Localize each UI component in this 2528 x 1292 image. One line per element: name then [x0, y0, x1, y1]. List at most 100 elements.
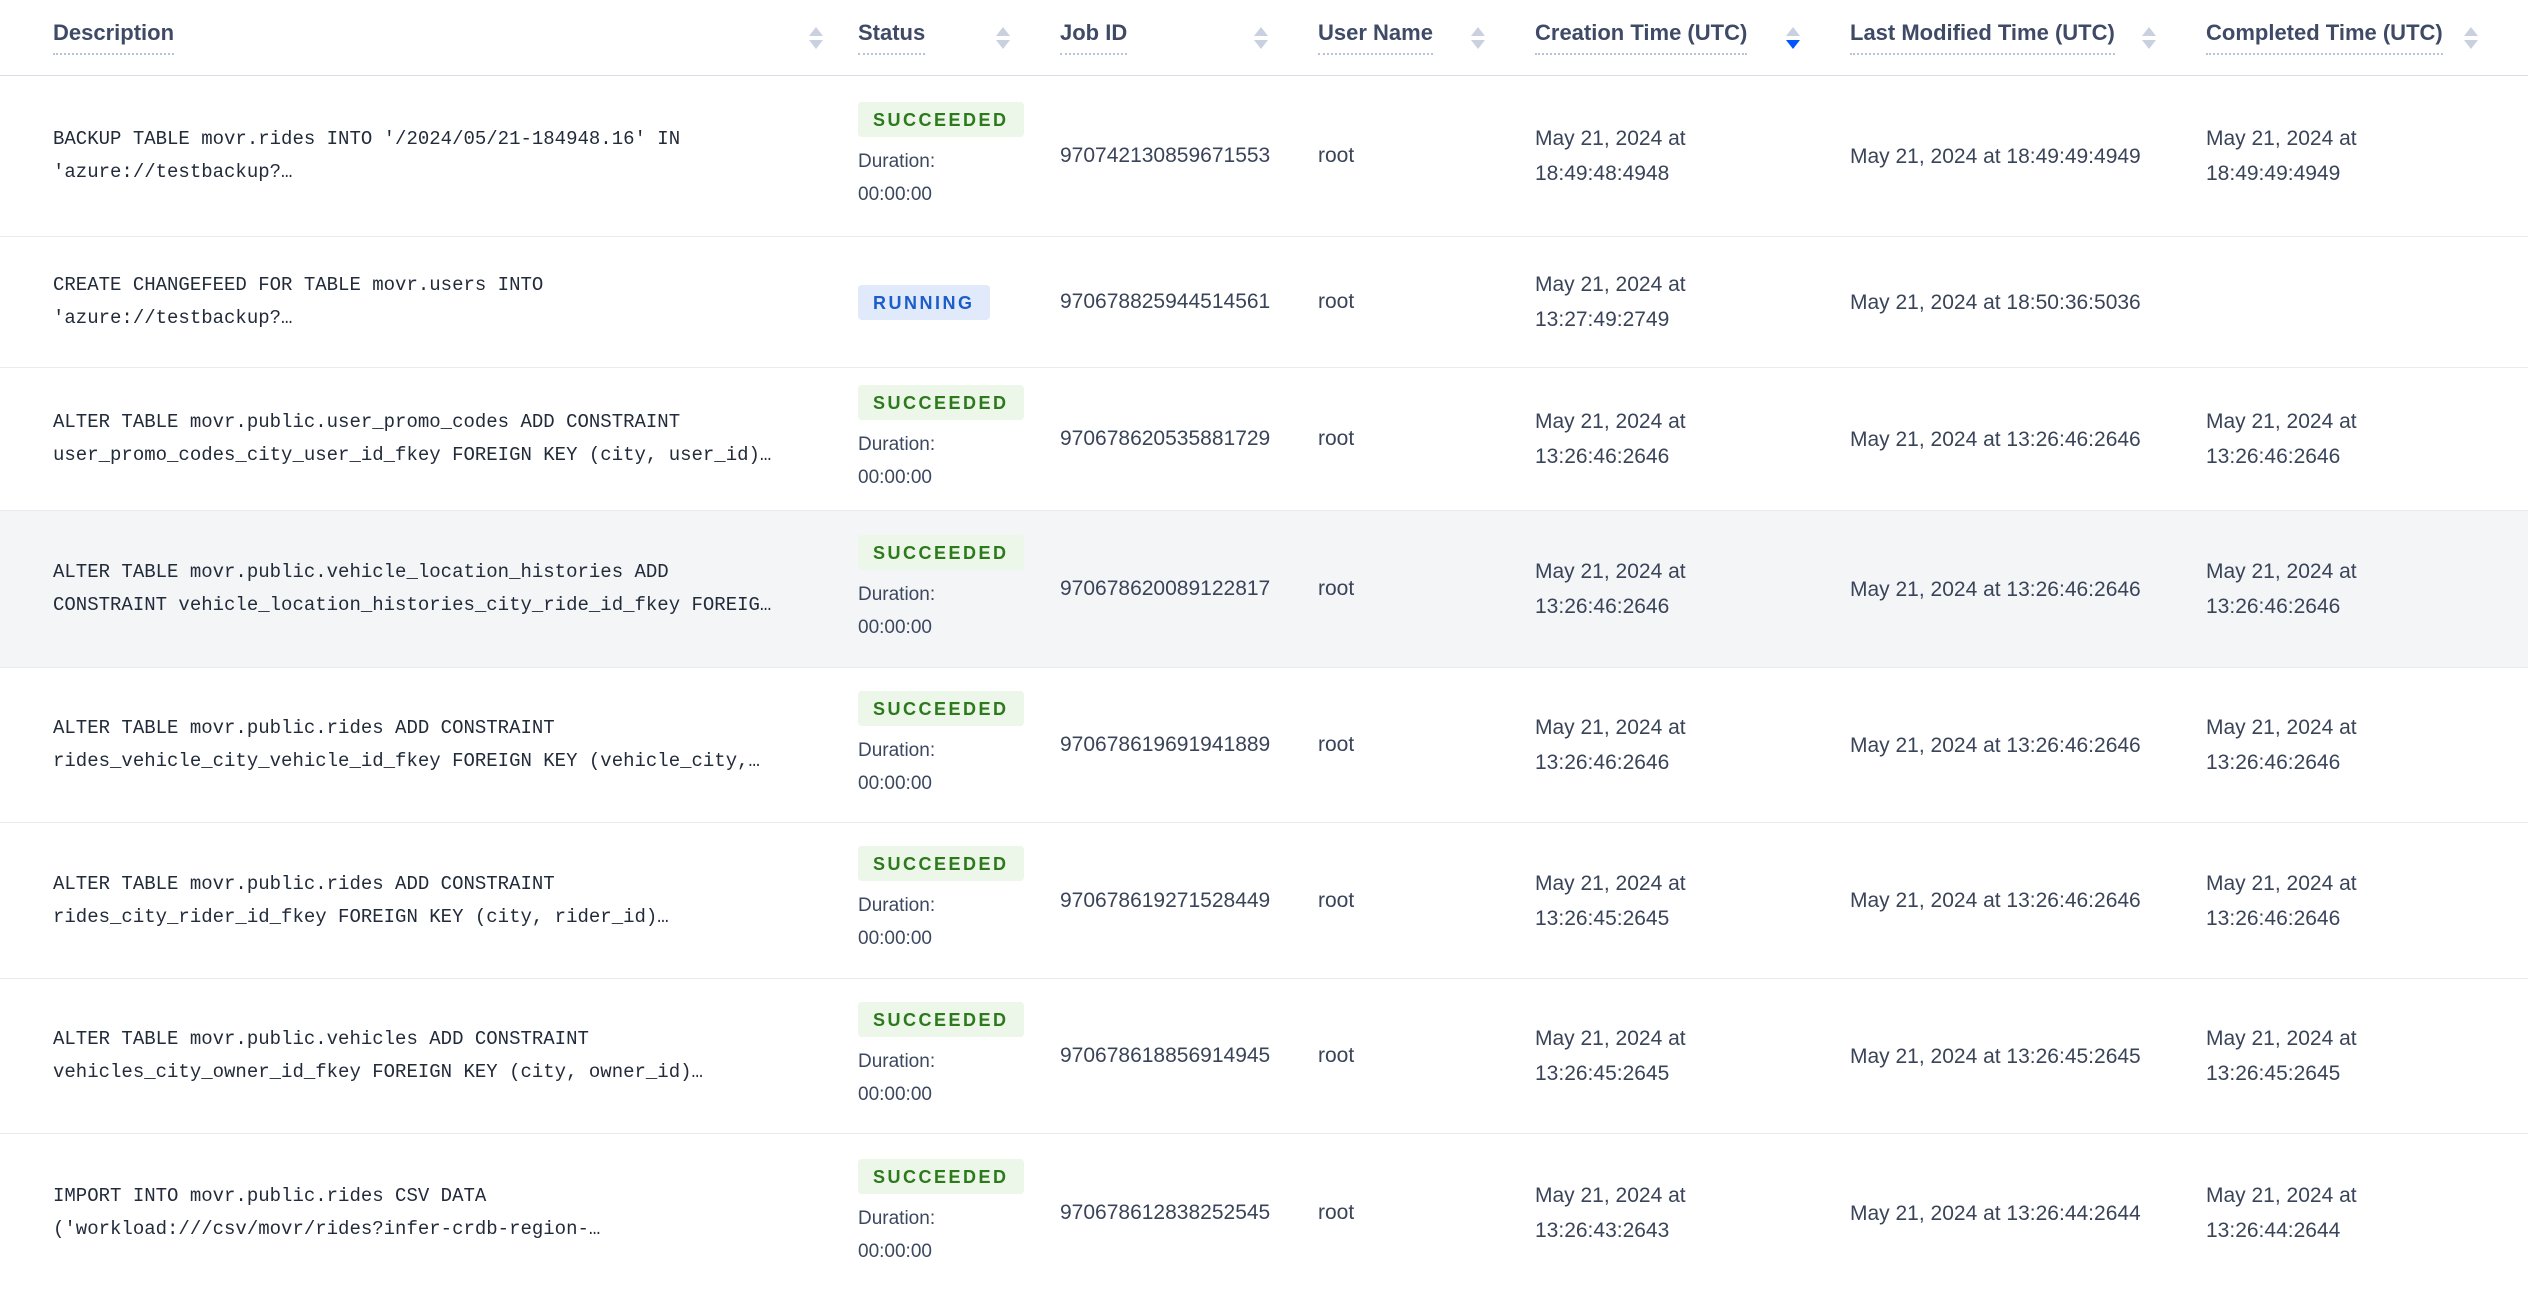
last-modified-time: May 21, 2024 at 13:26:44:2644 — [1850, 1201, 2141, 1225]
sort-arrows-icon[interactable] — [1786, 26, 1800, 49]
job-row[interactable]: IMPORT INTO movr.public.rides CSV DATA (… — [0, 1134, 2528, 1292]
column-header-modified[interactable]: Last Modified Time (UTC) — [1850, 20, 2206, 55]
status-badge: SUCCEEDED — [858, 101, 1024, 137]
sort-asc-icon[interactable] — [1471, 26, 1485, 36]
last-modified-time: May 21, 2024 at 13:26:46:2646 — [1850, 733, 2141, 757]
job-duration: Duration: 00:00:00 — [858, 428, 1060, 494]
job-id-cell: 970678619691941889 — [1060, 733, 1318, 757]
job-row[interactable]: BACKUP TABLE movr.rides INTO '/2024/05/2… — [0, 76, 2528, 237]
job-description-cell[interactable]: CREATE CHANGEFEED FOR TABLE movr.users I… — [0, 269, 858, 335]
user-name: root — [1318, 577, 1355, 600]
status-badge: SUCCEEDED — [858, 534, 1024, 570]
column-header-desc[interactable]: Description — [0, 20, 858, 55]
job-row[interactable]: ALTER TABLE movr.public.rides ADD CONSTR… — [0, 668, 2528, 823]
status-badge: SUCCEEDED — [858, 384, 1024, 420]
sort-desc-icon[interactable] — [996, 39, 1010, 49]
creation-time: May 21, 2024 at 13:26:46:2646 — [1535, 410, 1686, 468]
user-name: root — [1318, 888, 1355, 912]
job-row[interactable]: ALTER TABLE movr.public.user_promo_codes… — [0, 368, 2528, 511]
job-duration: Duration: 00:00:00 — [858, 578, 1060, 644]
column-label: Completed Time (UTC) — [2206, 20, 2443, 55]
sort-asc-icon[interactable] — [809, 26, 823, 36]
job-row[interactable]: CREATE CHANGEFEED FOR TABLE movr.users I… — [0, 237, 2528, 368]
duration-value: 00:00:00 — [858, 616, 932, 638]
sort-desc-icon[interactable] — [2142, 39, 2156, 49]
user-name-cell: root — [1318, 889, 1535, 913]
creation-time-cell: May 21, 2024 at 13:26:46:2646 — [1535, 554, 1850, 624]
column-header-jobid[interactable]: Job ID — [1060, 20, 1318, 55]
creation-time-cell: May 21, 2024 at 13:26:46:2646 — [1535, 710, 1850, 780]
job-description-cell[interactable]: ALTER TABLE movr.public.user_promo_codes… — [0, 406, 858, 472]
job-id: 970678619691941889 — [1060, 733, 1271, 756]
job-id: 970678620089122817 — [1060, 577, 1271, 600]
last-modified-time-cell: May 21, 2024 at 13:26:46:2646 — [1850, 728, 2206, 763]
sort-arrows-icon[interactable] — [809, 26, 823, 49]
sort-asc-icon[interactable] — [1786, 26, 1800, 36]
column-header-status[interactable]: Status — [858, 20, 1060, 55]
completed-time-cell: May 21, 2024 at 13:26:46:2646 — [2206, 710, 2528, 780]
sort-arrows-icon[interactable] — [1254, 26, 1268, 49]
duration-value: 00:00:00 — [858, 466, 932, 488]
job-id: 970678825944514561 — [1060, 290, 1271, 313]
creation-time-cell: May 21, 2024 at 13:26:46:2646 — [1535, 404, 1850, 474]
sort-desc-icon[interactable] — [809, 39, 823, 49]
sort-asc-icon[interactable] — [996, 26, 1010, 36]
job-description: ALTER TABLE movr.public.rides ADD CONSTR… — [53, 872, 669, 928]
creation-time-cell: May 21, 2024 at 13:26:45:2645 — [1535, 866, 1850, 936]
completed-time-cell: May 21, 2024 at 13:26:46:2646 — [2206, 866, 2528, 936]
creation-time: May 21, 2024 at 13:26:45:2645 — [1535, 871, 1686, 930]
user-name: root — [1318, 1044, 1355, 1067]
column-header-completed[interactable]: Completed Time (UTC) — [2206, 20, 2528, 55]
jobs-table-body: BACKUP TABLE movr.rides INTO '/2024/05/2… — [0, 76, 2528, 1292]
job-row[interactable]: ALTER TABLE movr.public.vehicle_location… — [0, 511, 2528, 668]
job-description-cell[interactable]: BACKUP TABLE movr.rides INTO '/2024/05/2… — [0, 123, 858, 189]
sort-arrows-icon[interactable] — [2142, 26, 2156, 49]
column-header-created[interactable]: Creation Time (UTC) — [1535, 20, 1850, 55]
job-description-cell[interactable]: ALTER TABLE movr.public.rides ADD CONSTR… — [0, 868, 858, 934]
job-description: ALTER TABLE movr.public.vehicles ADD CON… — [53, 1028, 703, 1083]
user-name-cell: root — [1318, 1044, 1535, 1068]
job-id-cell: 970678618856914945 — [1060, 1044, 1318, 1068]
creation-time: May 21, 2024 at 13:26:43:2643 — [1535, 1184, 1686, 1242]
job-row[interactable]: ALTER TABLE movr.public.vehicles ADD CON… — [0, 979, 2528, 1134]
job-description: CREATE CHANGEFEED FOR TABLE movr.users I… — [53, 274, 544, 329]
sort-desc-icon[interactable] — [1471, 39, 1485, 49]
completed-time: May 21, 2024 at 13:26:46:2646 — [2206, 871, 2357, 930]
jobs-table-header: Description Status Job ID User Name Creation… — [0, 0, 2528, 76]
job-description-cell[interactable]: ALTER TABLE movr.public.vehicle_location… — [0, 556, 858, 622]
job-status-cell: SUCCEEDED Duration: 00:00:00 — [858, 1158, 1060, 1268]
sort-desc-icon[interactable] — [1786, 39, 1800, 49]
job-description-cell[interactable]: ALTER TABLE movr.public.rides ADD CONSTR… — [0, 712, 858, 778]
job-description-cell[interactable]: IMPORT INTO movr.public.rides CSV DATA (… — [0, 1180, 858, 1246]
job-description: BACKUP TABLE movr.rides INTO '/2024/05/2… — [53, 128, 681, 183]
job-row[interactable]: ALTER TABLE movr.public.rides ADD CONSTR… — [0, 823, 2528, 979]
sort-arrows-icon[interactable] — [2464, 26, 2478, 49]
completed-time-cell: May 21, 2024 at 13:26:46:2646 — [2206, 554, 2528, 624]
job-duration: Duration: 00:00:00 — [858, 734, 1060, 800]
status-badge: SUCCEEDED — [858, 1001, 1024, 1037]
user-name: root — [1318, 427, 1355, 450]
column-header-user[interactable]: User Name — [1318, 20, 1535, 55]
job-description-cell[interactable]: ALTER TABLE movr.public.vehicles ADD CON… — [0, 1023, 858, 1089]
duration-label: Duration: — [858, 895, 936, 916]
user-name-cell: root — [1318, 733, 1535, 757]
last-modified-time-cell: May 21, 2024 at 18:49:49:4949 — [1850, 139, 2206, 174]
sort-arrows-icon[interactable] — [996, 26, 1010, 49]
job-description: ALTER TABLE movr.public.vehicle_location… — [53, 561, 772, 616]
sort-asc-icon[interactable] — [2142, 26, 2156, 36]
sort-desc-icon[interactable] — [1254, 39, 1268, 49]
job-id-cell: 970678620089122817 — [1060, 577, 1318, 601]
creation-time-cell: May 21, 2024 at 13:26:45:2645 — [1535, 1021, 1850, 1091]
last-modified-time: May 21, 2024 at 18:50:36:5036 — [1850, 290, 2141, 314]
duration-value: 00:00:00 — [858, 928, 932, 949]
job-id-cell: 970678619271528449 — [1060, 889, 1318, 913]
sort-arrows-icon[interactable] — [1471, 26, 1485, 49]
creation-time-cell: May 21, 2024 at 18:49:48:4948 — [1535, 121, 1850, 191]
sort-asc-icon[interactable] — [1254, 26, 1268, 36]
user-name-cell: root — [1318, 577, 1535, 601]
job-duration: Duration: 00:00:00 — [858, 1202, 1060, 1268]
job-duration: Duration: 00:00:00 — [858, 1045, 1060, 1111]
sort-desc-icon[interactable] — [2464, 39, 2478, 49]
sort-asc-icon[interactable] — [2464, 26, 2478, 36]
completed-time-cell: May 21, 2024 at 18:49:49:4949 — [2206, 121, 2528, 191]
